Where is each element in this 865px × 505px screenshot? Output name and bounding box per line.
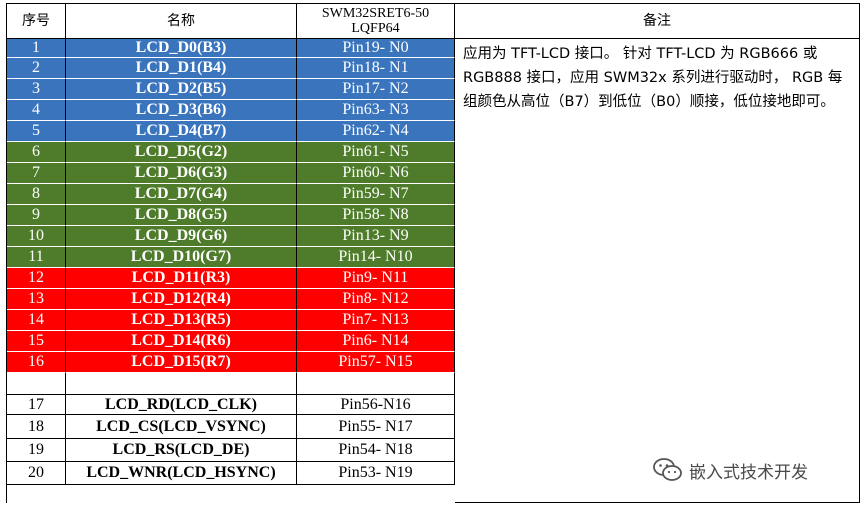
row-signal-name: LCD_D0(B3) [66, 39, 297, 58]
row-pin: Pin13- N9 [297, 226, 455, 247]
row-signal-name: LCD_D2(B5) [66, 79, 297, 100]
row-pin: Pin18- N1 [297, 58, 455, 79]
row-signal-name: LCD_D11(R3) [66, 268, 297, 289]
row-signal-name: LCD_RD(LCD_CLK) [66, 395, 297, 415]
row-pin [297, 373, 455, 395]
watermark: 嵌入式技术开发 [653, 457, 808, 483]
row-pin: Pin60- N6 [297, 163, 455, 184]
row-signal-name: LCD_D10(G7) [66, 247, 297, 268]
row-pin: Pin6- N14 [297, 331, 455, 352]
row-index: 6 [7, 142, 66, 163]
row-index: 12 [7, 268, 66, 289]
row-signal-name: LCD_CS(LCD_VSYNC) [66, 415, 297, 439]
row-signal-name: LCD_D13(R5) [66, 310, 297, 331]
row-signal-name: LCD_D4(B7) [66, 121, 297, 142]
row-pin: Pin14- N10 [297, 247, 455, 268]
row-index: 2 [7, 58, 66, 79]
row-pin: Pin55- N17 [297, 415, 455, 439]
row-index: 1 [7, 39, 66, 58]
row-index: 10 [7, 226, 66, 247]
pin-assignment-table: 序号 名称 SWM32SRET6-50 LQFP64 备注 1 LCD_D0(B3… [6, 3, 860, 503]
header-index: 序号 [7, 4, 66, 39]
row-index: 13 [7, 289, 66, 310]
row-index: 7 [7, 163, 66, 184]
row-pin: Pin8- N12 [297, 289, 455, 310]
row-index: 17 [7, 395, 66, 415]
row-index: 11 [7, 247, 66, 268]
row-index [7, 373, 66, 395]
header-name: 名称 [66, 4, 297, 39]
row-index: 16 [7, 352, 66, 373]
row-pin: Pin54- N18 [297, 439, 455, 462]
row-pin: Pin58- N8 [297, 205, 455, 226]
row-pin: Pin7- N13 [297, 310, 455, 331]
row-index: 5 [7, 121, 66, 142]
row-index: 18 [7, 415, 66, 439]
row-signal-name: LCD_D6(G3) [66, 163, 297, 184]
row-signal-name: LCD_D8(G5) [66, 205, 297, 226]
row-index: 19 [7, 439, 66, 462]
row-index: 4 [7, 100, 66, 121]
note-text: 应用为 TFT-LCD 接口。 针对 TFT-LCD 为 RGB666 或 RG… [455, 39, 860, 503]
row-signal-name: LCD_D1(B4) [66, 58, 297, 79]
row-signal-name: LCD_D14(R6) [66, 331, 297, 352]
row-signal-name: LCD_WNR(LCD_HSYNC) [66, 462, 297, 485]
row-signal-name: LCD_D5(G2) [66, 142, 297, 163]
row-index: 15 [7, 331, 66, 352]
row-pin: Pin57- N15 [297, 352, 455, 373]
row-signal-name [66, 373, 297, 395]
row-signal-name: LCD_D12(R4) [66, 289, 297, 310]
row-pin: Pin61- N5 [297, 142, 455, 163]
row-signal-name: LCD_D9(G6) [66, 226, 297, 247]
row-pin: Pin59- N7 [297, 184, 455, 205]
row-signal-name: LCD_D15(R7) [66, 352, 297, 373]
row-index: 9 [7, 205, 66, 226]
wechat-icon [653, 457, 683, 483]
row-signal-name: LCD_D3(B6) [66, 100, 297, 121]
header-note: 备注 [455, 4, 860, 39]
row-index: 8 [7, 184, 66, 205]
row-pin: Pin63- N3 [297, 100, 455, 121]
row-signal-name: LCD_RS(LCD_DE) [66, 439, 297, 462]
header-pin: SWM32SRET6-50 LQFP64 [297, 4, 455, 39]
row-pin: Pin53- N19 [297, 462, 455, 485]
row-pin: Pin9- N11 [297, 268, 455, 289]
row-pin: Pin62- N4 [297, 121, 455, 142]
row-pin: Pin19- N0 [297, 39, 455, 58]
row-signal-name: LCD_D7(G4) [66, 184, 297, 205]
watermark-text: 嵌入式技术开发 [689, 462, 808, 483]
row-pin: Pin17- N2 [297, 79, 455, 100]
row-index: 14 [7, 310, 66, 331]
row-pin: Pin56-N16 [297, 395, 455, 415]
row-index: 3 [7, 79, 66, 100]
row-index: 20 [7, 462, 66, 485]
